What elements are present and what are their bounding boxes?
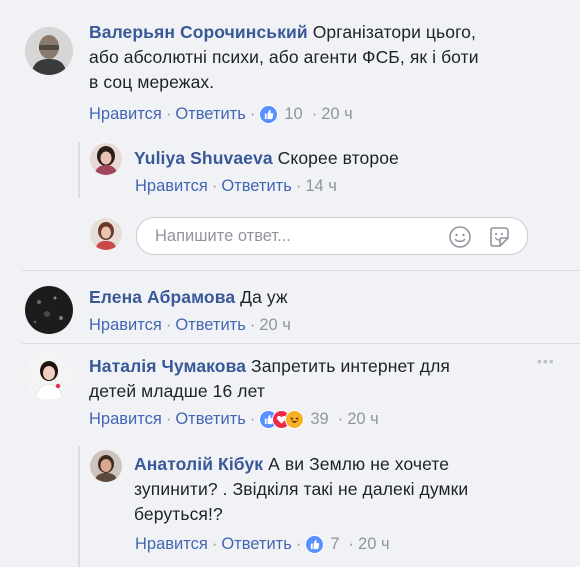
avatar[interactable] [90, 143, 122, 175]
avatar-photo-icon [25, 27, 73, 75]
sticker-icon[interactable] [487, 225, 511, 254]
more-options-icon[interactable]: ••• [537, 353, 555, 369]
timestamp[interactable]: 20 ч [321, 105, 353, 124]
comment-text: Запретить интернет для [251, 356, 450, 376]
comment-body: Валерьян Сорочинський Організатори цього… [89, 20, 569, 95]
reply-link[interactable]: Ответить [221, 177, 292, 196]
comment-text: Скорее второе [277, 148, 399, 168]
comment-body: Анатолій Кібук А ви Землю не хочете зупи… [134, 452, 574, 527]
reactions-count: 10 [284, 105, 303, 123]
comment-actions: Нравится · Ответить · 14 ч [135, 177, 337, 196]
timestamp[interactable]: 20 ч [358, 535, 390, 554]
like-link[interactable]: Нравится [89, 316, 162, 335]
avatar-photo-icon [25, 286, 73, 334]
avatar[interactable] [25, 27, 73, 75]
comment-actions: Нравится · Ответить · 7 · 20 ч [135, 535, 390, 554]
timestamp[interactable]: 20 ч [259, 316, 291, 335]
reply-input-placeholder: Напишите ответ... [155, 227, 291, 245]
avatar-photo-icon [90, 143, 122, 175]
comment-text: беруться!? [134, 504, 223, 524]
avatar[interactable] [90, 450, 122, 482]
reactions-count: 39 [310, 410, 329, 428]
timestamp[interactable]: 20 ч [347, 410, 379, 429]
comment-text: Да уж [240, 287, 288, 307]
timestamp[interactable]: 14 ч [305, 177, 337, 196]
comment-text: в соц мережах. [89, 72, 215, 92]
avatar[interactable] [25, 352, 73, 400]
comment-text: зупинити? . Звідкіля такі не далекі думк… [134, 479, 469, 499]
comment-author-name[interactable]: Yuliya Shuvaeva [134, 148, 273, 168]
reply-link[interactable]: Ответить [221, 535, 292, 554]
haha-reaction-icon [285, 410, 305, 429]
current-user-avatar [90, 218, 122, 250]
comment-author-name[interactable]: Наталія Чумакова [89, 356, 246, 376]
avatar-photo-icon [90, 218, 122, 250]
comment-actions: Нравится · Ответить · 39 · 20 ч [89, 410, 379, 429]
comment-author-name[interactable]: Валерьян Сорочинський [89, 22, 308, 42]
avatar-photo-icon [25, 352, 73, 400]
like-reaction-icon [259, 105, 279, 124]
comment-divider [22, 270, 580, 271]
reply-link[interactable]: Ответить [175, 410, 246, 429]
emoji-icon[interactable] [448, 225, 472, 254]
comment-body: Наталія Чумакова Запретить интернет для … [89, 354, 569, 404]
comment-body: Елена Абрамова Да уж [89, 285, 569, 310]
comment-author-name[interactable]: Елена Абрамова [89, 287, 235, 307]
reply-link[interactable]: Ответить [175, 316, 246, 335]
reply-link[interactable]: Ответить [175, 105, 246, 124]
comment-author-name[interactable]: Анатолій Кібук [134, 454, 263, 474]
reactions-summary[interactable]: 7 [305, 535, 340, 554]
like-reaction-icon [305, 535, 325, 554]
comment-actions: Нравится · Ответить · 10 · 20 ч [89, 105, 353, 124]
like-link[interactable]: Нравится [89, 410, 162, 429]
comment-text: Організатори цього, [312, 22, 476, 42]
comment-text: А ви Землю не хочете [268, 454, 450, 474]
avatar-photo-icon [90, 450, 122, 482]
like-link[interactable]: Нравится [135, 177, 208, 196]
like-link[interactable]: Нравится [135, 535, 208, 554]
comment-divider [22, 343, 580, 344]
avatar[interactable] [25, 286, 73, 334]
comment-body: Yuliya Shuvaeva Скорее второе [134, 146, 564, 171]
reply-thread-line [78, 446, 80, 567]
reply-input[interactable]: Напишите ответ... [136, 217, 528, 255]
reactions-summary[interactable]: 39 [259, 410, 329, 429]
comment-actions: Нравится · Ответить · 20 ч [89, 316, 291, 335]
reactions-count: 7 [330, 535, 340, 553]
comment-text: або абсолютні психи, або агенти ФСБ, як … [89, 47, 479, 67]
reply-thread-line [78, 142, 80, 198]
like-link[interactable]: Нравится [89, 105, 162, 124]
reactions-summary[interactable]: 10 [259, 105, 303, 124]
comment-text: детей младше 16 лет [89, 381, 265, 401]
